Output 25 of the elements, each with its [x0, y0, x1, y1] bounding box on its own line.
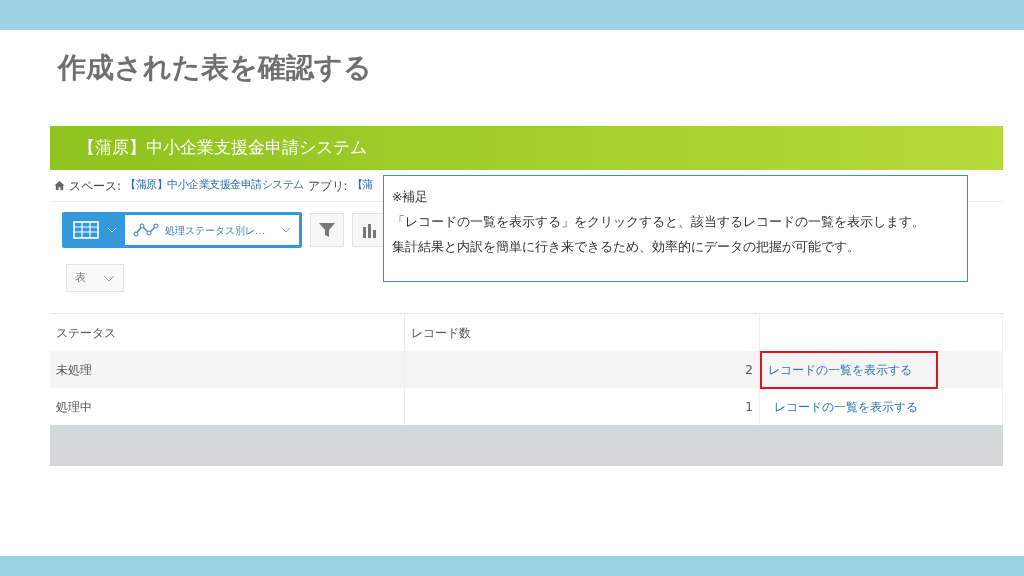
- home-icon[interactable]: [54, 180, 65, 191]
- note-text: 「レコードの一覧を表示する」をクリックすると、該当するレコードの一覧を表示します。: [392, 213, 926, 231]
- chevron-icon: [107, 227, 117, 233]
- note-heading: ※補足: [392, 188, 430, 206]
- chart-button[interactable]: [352, 213, 386, 247]
- record-list-link[interactable]: レコードの一覧を表示する: [760, 350, 938, 389]
- graph-select[interactable]: 処理ステータス別レ…: [125, 215, 299, 245]
- line-chart-icon: [133, 223, 159, 237]
- breadcrumb-link[interactable]: 【蒲: [351, 177, 373, 194]
- table-icon: [73, 221, 99, 239]
- breadcrumb-label: アプリ:: [307, 177, 348, 195]
- table-cell: 未処理: [50, 351, 405, 388]
- slide-title: 作成された表を確認する: [58, 50, 372, 86]
- app-title: 【蒲原】中小企業支援金申請システム: [78, 136, 367, 160]
- table-cell: 2: [405, 351, 760, 388]
- record-list-link[interactable]: レコードの一覧を表示する: [766, 389, 926, 424]
- breadcrumb-label: スペース:: [69, 177, 122, 195]
- chevron-icon: [281, 227, 291, 233]
- bar-chart-icon: [362, 222, 376, 238]
- filter-button[interactable]: [310, 213, 344, 247]
- breadcrumb-link[interactable]: 【蒲原】中小企業支援金申請システム: [125, 177, 304, 194]
- chevron-icon: [103, 274, 115, 282]
- funnel-icon: [318, 221, 336, 239]
- chart-type-select[interactable]: 表: [66, 264, 124, 292]
- note-text: 集計結果と内訳を簡単に行き来できるため、効率的にデータの把握が可能です。: [392, 238, 861, 256]
